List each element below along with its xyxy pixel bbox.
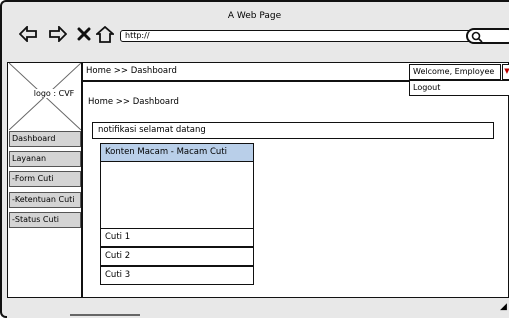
close-icon[interactable] xyxy=(77,26,91,46)
window-title: A Web Page xyxy=(227,11,282,21)
arrow-right-icon[interactable] xyxy=(49,24,68,46)
arrow-left-icon[interactable] xyxy=(18,24,37,46)
content-list-header[interactable]: Konten Macam - Macam Cuti xyxy=(100,143,254,162)
address-bar[interactable]: http:// xyxy=(120,30,481,42)
home-icon[interactable] xyxy=(94,25,116,47)
resize-handle-icon[interactable]: ◢ xyxy=(500,302,507,312)
sidebar-item-status-cuti[interactable]: -Status Cuti xyxy=(9,212,81,228)
search-field[interactable] xyxy=(466,28,509,44)
logo-placeholder: logo : CVF xyxy=(8,62,85,131)
sidebar-divider xyxy=(81,62,83,298)
breadcrumb-top[interactable]: Home >> Dashboard xyxy=(86,66,177,76)
list-item[interactable]: Cuti 2 xyxy=(100,247,254,266)
search-icon xyxy=(471,31,483,43)
breadcrumb[interactable]: Home >> Dashboard xyxy=(88,97,179,107)
scrollbar-thumb[interactable] xyxy=(70,314,140,316)
sidebar-item-dashboard[interactable]: Dashboard xyxy=(9,131,81,147)
list-item[interactable]: Cuti 3 xyxy=(100,266,254,285)
user-menu-welcome[interactable]: Welcome, Employee xyxy=(409,64,501,80)
sidebar-item-ketentuan-cuti[interactable]: -Ketentuan Cuti xyxy=(9,192,81,208)
logo-label: logo : CVF xyxy=(23,89,85,98)
list-item[interactable]: Cuti 1 xyxy=(100,228,254,247)
logout-menu-item[interactable]: Logout xyxy=(409,80,509,96)
chevron-down-icon[interactable]: ▼ xyxy=(502,64,509,80)
sidebar-item-form-cuti[interactable]: -Form Cuti xyxy=(9,171,81,187)
notification-banner: notifikasi selamat datang xyxy=(92,122,494,139)
sidebar-item-layanan[interactable]: Layanan xyxy=(9,151,81,167)
content-list-body xyxy=(100,161,254,229)
